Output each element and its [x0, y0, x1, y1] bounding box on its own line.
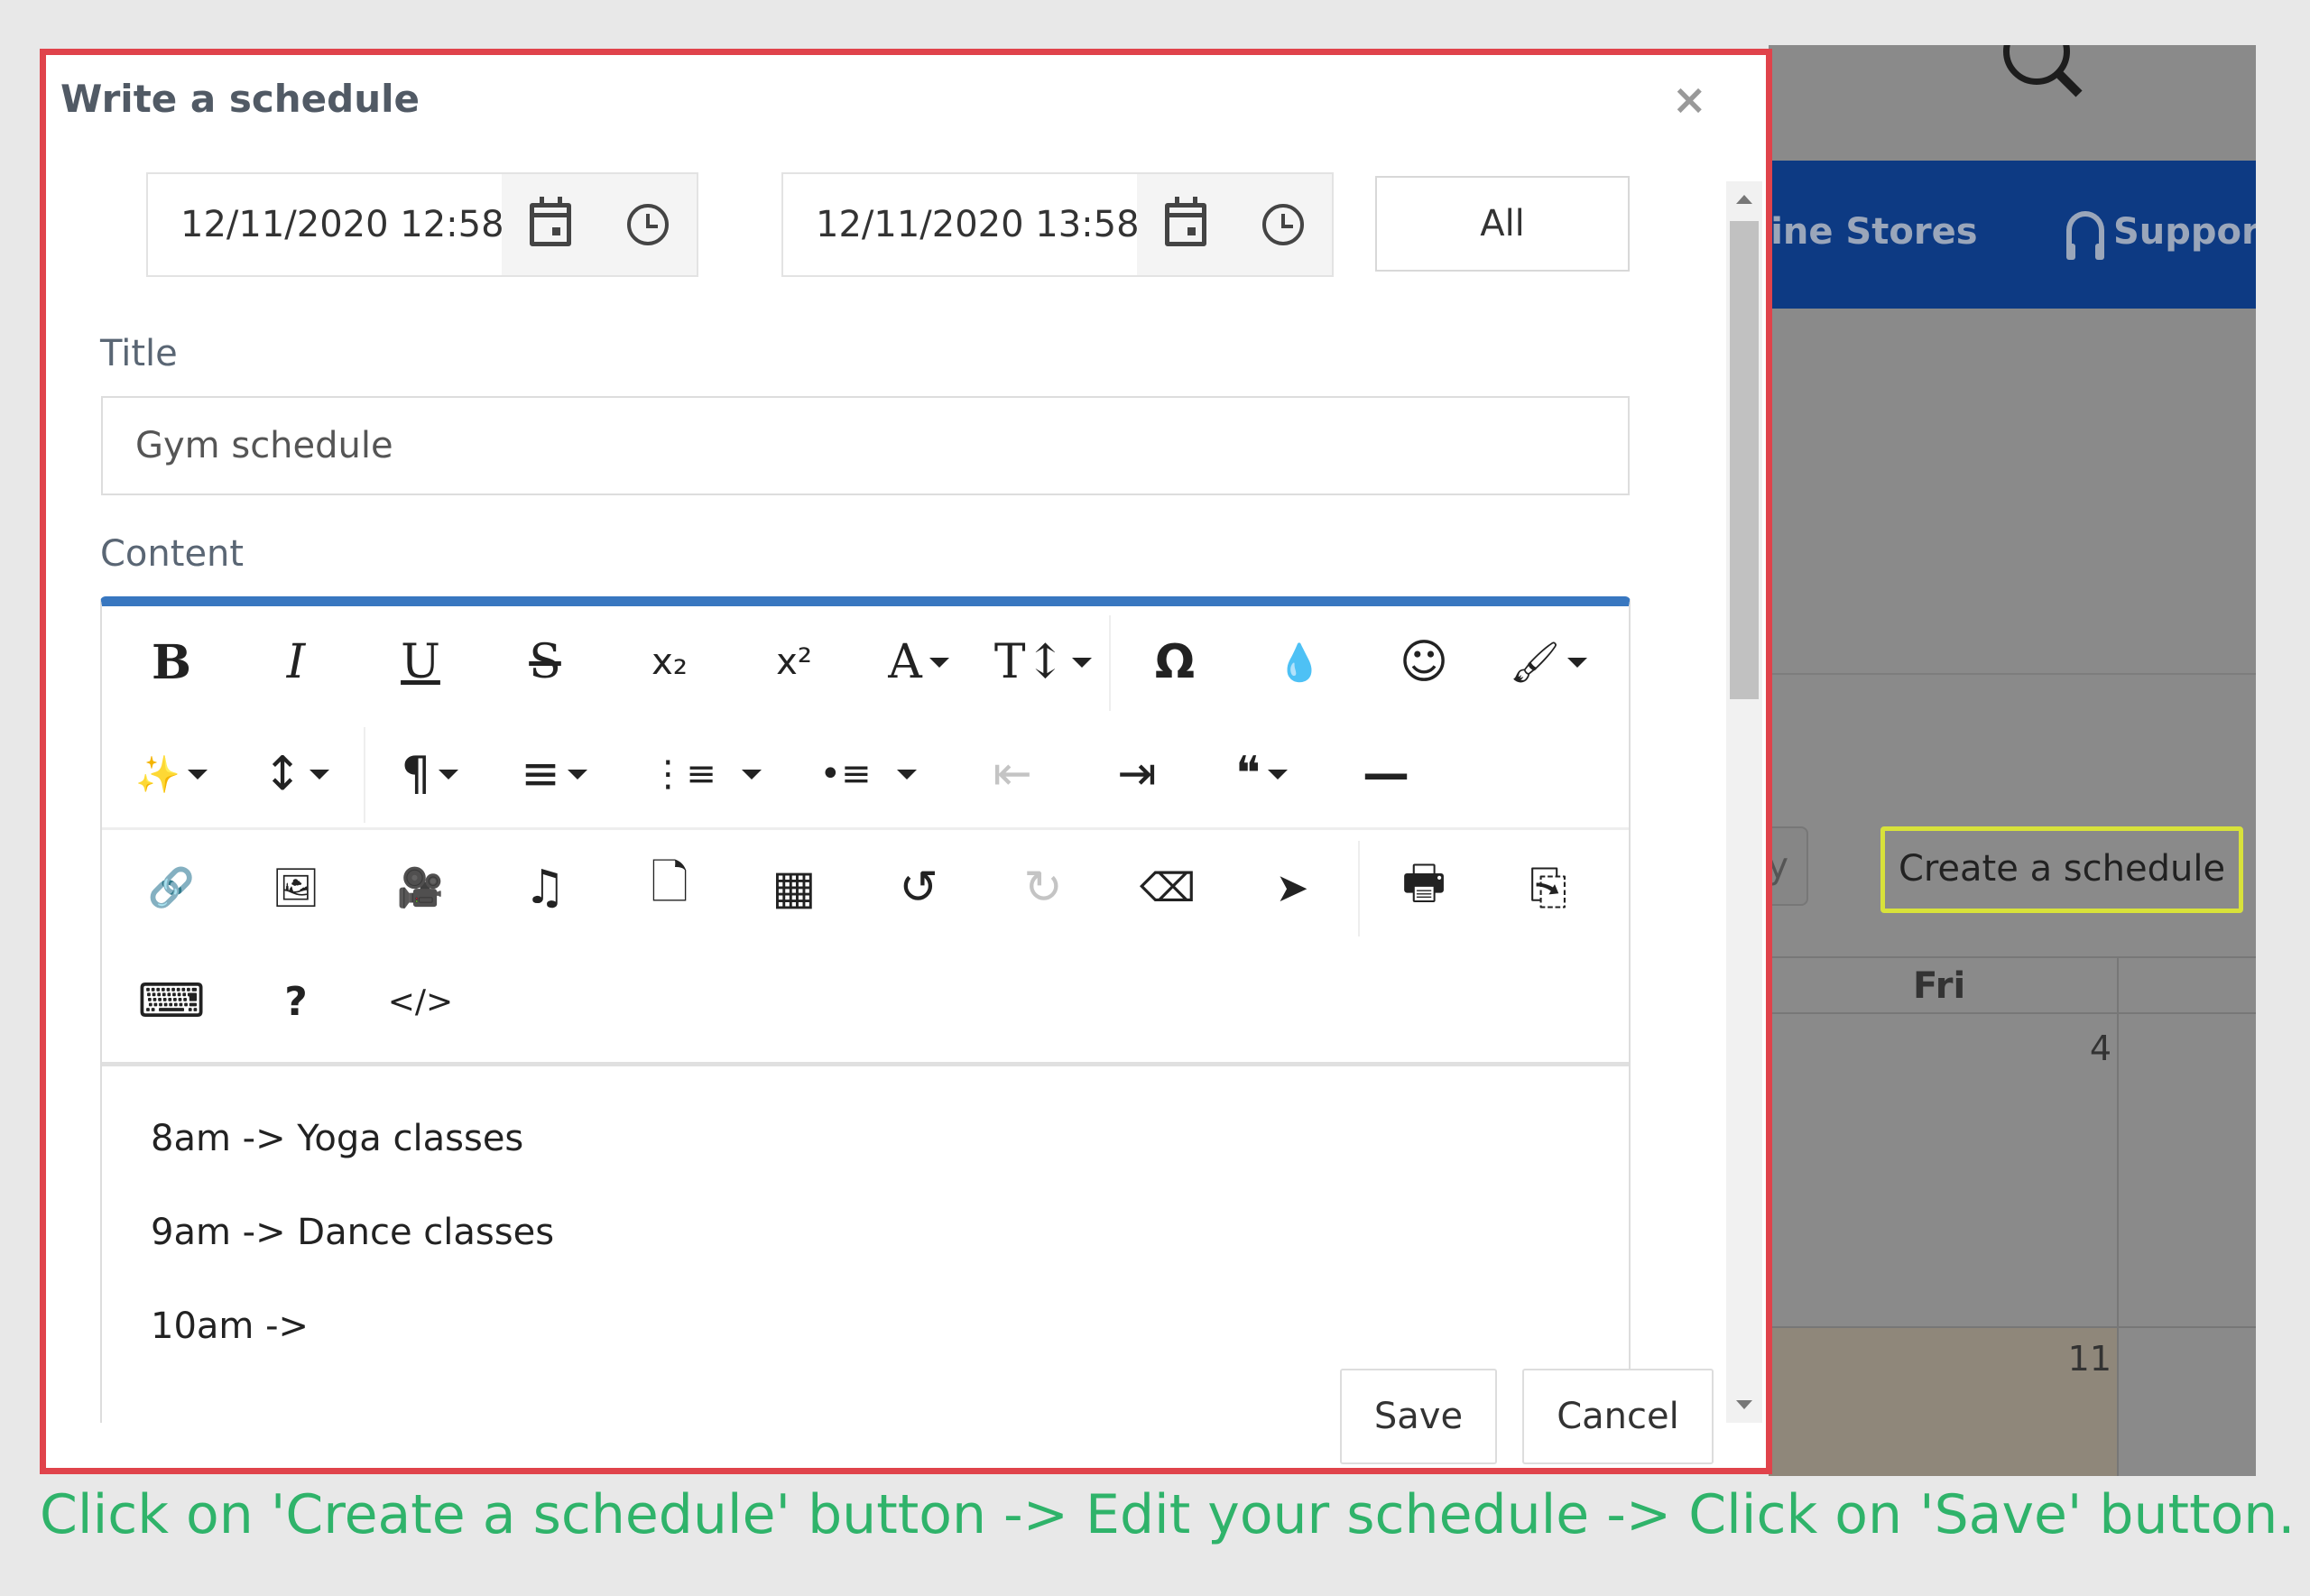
save-button[interactable]: Save — [1340, 1369, 1497, 1464]
nav-item-support: Support — [2066, 211, 2256, 260]
table-icon[interactable]: ▦ — [732, 832, 856, 944]
bold-button[interactable]: B — [109, 606, 234, 718]
indent-icon[interactable]: ⇥ — [1075, 718, 1199, 830]
font-color-icon: A — [888, 635, 922, 689]
nav-item-online-stores: nline Stores — [1769, 211, 1978, 253]
magic-wand-icon: ✨ — [135, 753, 180, 796]
pdf-icon[interactable]: ⎘ — [1486, 832, 1611, 944]
end-datetime-input[interactable]: 12/11/2020 13:58 — [783, 174, 1140, 275]
horizontal-rule-icon[interactable]: — — [1324, 718, 1448, 830]
undo-icon[interactable]: ↺ — [856, 832, 981, 944]
underline-button[interactable]: U — [358, 606, 483, 718]
dialog-title: Write a schedule — [60, 77, 420, 121]
dialog-scrollbar[interactable] — [1726, 181, 1762, 1423]
clock-icon — [1262, 204, 1304, 245]
calendar-icon — [1165, 197, 1206, 246]
align-button[interactable]: ≡ — [492, 718, 616, 830]
outdent-icon[interactable]: ⇤ — [950, 718, 1075, 830]
start-date-picker-button[interactable] — [502, 174, 599, 275]
content-line: 9am -> Dance classes — [151, 1212, 555, 1253]
clock-icon — [627, 204, 669, 245]
calendar-icon — [530, 197, 571, 246]
calendar-today-cell — [1769, 1328, 2117, 1476]
font-size-icon: T↕ — [993, 635, 1066, 689]
close-button[interactable]: × — [1672, 75, 1707, 124]
title-label: Title — [100, 333, 178, 374]
help-icon[interactable]: ? — [234, 946, 358, 1057]
end-time-picker-button[interactable] — [1234, 174, 1332, 275]
line-height-icon: ↕ — [263, 747, 302, 801]
calendar-header: Fri — [1769, 956, 2256, 1014]
ordered-list-button[interactable]: ⋮≡ — [643, 718, 768, 830]
align-icon: ≡ — [521, 747, 560, 801]
scroll-down-arrow[interactable] — [1726, 1387, 1762, 1423]
magic-format-button[interactable]: ✨ — [109, 718, 234, 830]
scroll-up-arrow[interactable] — [1726, 181, 1762, 217]
color-drop-icon[interactable]: 💧 — [1237, 606, 1362, 718]
content-line: 8am -> Yoga classes — [151, 1118, 524, 1159]
content-label: Content — [100, 533, 245, 575]
end-datetime-group: 12/11/2020 13:58 — [781, 172, 1334, 277]
font-size-button[interactable]: T↕ — [981, 606, 1105, 718]
special-character-button[interactable]: Ω — [1113, 606, 1237, 718]
start-datetime-group: 12/11/2020 12:58 — [146, 172, 698, 277]
calendar-date-cell: 4 — [2089, 1029, 2111, 1068]
subscript-button[interactable]: x₂ — [607, 606, 732, 718]
image-icon[interactable]: 🖼 — [234, 832, 358, 944]
rich-text-editor: B I U S x₂ x² A T↕ Ω 💧 ☺ 🖌 ✨ ↕ ¶ ≡ ⋮≡ •≡… — [100, 596, 1631, 1423]
cancel-button[interactable]: Cancel — [1522, 1369, 1714, 1464]
title-input[interactable] — [101, 396, 1630, 495]
nav-support-label: Support — [2113, 211, 2256, 253]
start-datetime-input[interactable]: 12/11/2020 12:58 — [148, 174, 504, 275]
paragraph-icon: ¶ — [401, 747, 431, 801]
file-icon[interactable]: 🗋 — [607, 832, 732, 944]
italic-button[interactable]: I — [234, 606, 358, 718]
quote-icon: ❝ — [1235, 747, 1261, 801]
keyboard-icon[interactable]: ⌨ — [109, 946, 234, 1057]
print-icon[interactable]: 🖶 — [1362, 832, 1486, 944]
paint-brush-icon: 🖌 — [1510, 640, 1560, 686]
headset-icon — [2066, 211, 2104, 260]
calendar-select[interactable]: All — [1375, 176, 1630, 272]
eraser-icon[interactable]: ⌫ — [1105, 832, 1230, 944]
calendar-day-header: Fri — [1913, 965, 1966, 1007]
calendar-grid-line — [2117, 956, 2119, 1476]
strikethrough-button[interactable]: S — [483, 606, 607, 718]
font-color-button[interactable]: A — [856, 606, 981, 718]
line-height-button[interactable]: ↕ — [234, 718, 358, 830]
link-icon[interactable]: 🔗 — [109, 832, 234, 944]
audio-icon[interactable]: ♫ — [483, 832, 607, 944]
create-schedule-button: Create a schedule — [1880, 826, 2243, 913]
background-page: nline Stores Support lay Create a schedu… — [1769, 45, 2256, 1476]
main-navbar: nline Stores Support — [1769, 161, 2256, 309]
background-divider — [1769, 673, 2256, 675]
superscript-button[interactable]: x² — [732, 606, 856, 718]
paint-brush-button[interactable]: 🖌 — [1486, 606, 1611, 718]
ordered-list-icon: ⋮≡ — [650, 753, 716, 795]
instruction-caption: Click on 'Create a schedule' button -> E… — [40, 1483, 2296, 1546]
today-button: lay — [1769, 826, 1808, 906]
write-schedule-dialog: Write a schedule × 12/11/2020 12:58 12/1… — [40, 49, 1772, 1474]
select-all-icon[interactable]: ➤ — [1230, 832, 1354, 944]
editor-toolbar: B I U S x₂ x² A T↕ Ω 💧 ☺ 🖌 ✨ ↕ ¶ ≡ ⋮≡ •≡… — [102, 606, 1629, 1066]
search-icon — [2003, 45, 2070, 85]
code-view-icon[interactable]: </> — [358, 946, 483, 1057]
paragraph-button[interactable]: ¶ — [367, 718, 492, 830]
scroll-thumb[interactable] — [1730, 221, 1759, 699]
unordered-list-button[interactable]: •≡ — [806, 718, 930, 830]
unordered-list-icon: •≡ — [819, 753, 872, 795]
end-date-picker-button[interactable] — [1137, 174, 1234, 275]
redo-icon[interactable]: ↻ — [981, 832, 1105, 944]
emoji-icon[interactable]: ☺ — [1362, 606, 1486, 718]
blockquote-button[interactable]: ❝ — [1199, 718, 1324, 830]
video-icon[interactable]: 🎥 — [358, 832, 483, 944]
start-time-picker-button[interactable] — [599, 174, 697, 275]
calendar-date-cell: 11 — [2067, 1339, 2111, 1379]
